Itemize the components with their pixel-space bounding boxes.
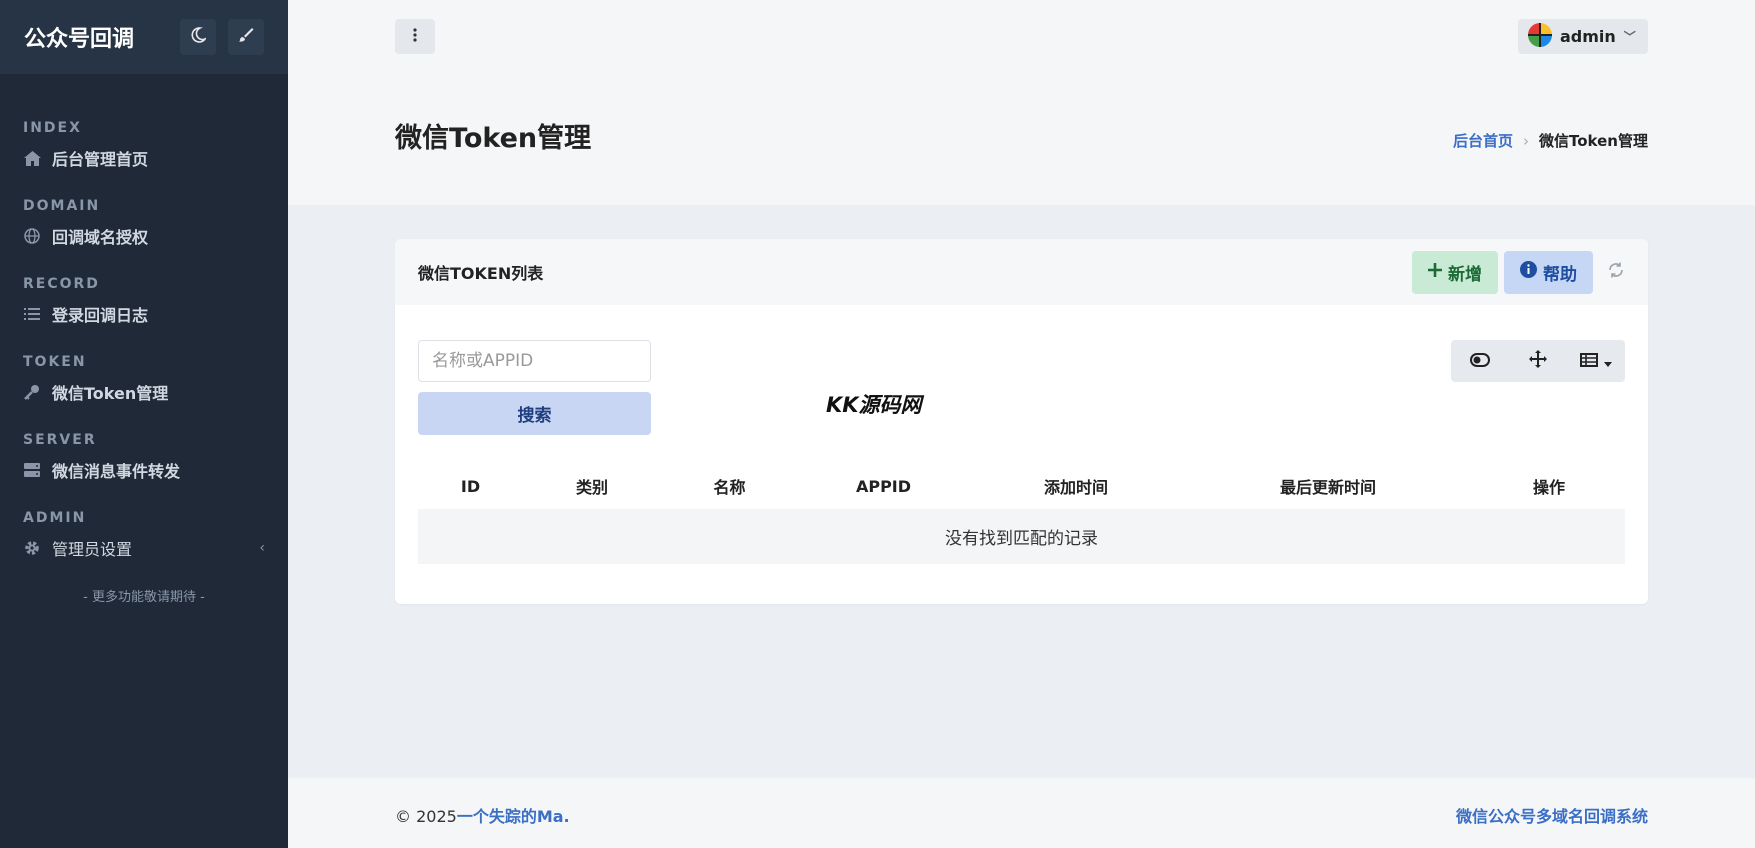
nav-heading-token: TOKEN bbox=[23, 354, 87, 370]
sidebar-item-label: 微信Token管理 bbox=[52, 384, 169, 403]
key-icon bbox=[23, 383, 41, 401]
token-list-card: 微信TOKEN列表 新增 帮助 名称或APPID 搜索 KK源码网 ID 类别 bbox=[395, 239, 1648, 604]
breadcrumb: 后台首页 › 微信Token管理 bbox=[1453, 130, 1648, 151]
toggle-view-button[interactable] bbox=[1451, 352, 1509, 371]
refresh-icon[interactable] bbox=[1607, 261, 1625, 284]
sidebar-item-home[interactable]: 后台管理首页 bbox=[0, 138, 288, 178]
nav-heading-admin: ADMIN bbox=[23, 510, 87, 526]
gear-icon bbox=[23, 539, 41, 557]
column-header[interactable]: 名称 bbox=[661, 474, 798, 498]
column-header[interactable]: 类别 bbox=[523, 474, 661, 498]
plus-icon bbox=[1428, 262, 1442, 282]
table-icon bbox=[1580, 352, 1598, 371]
moon-icon bbox=[190, 27, 208, 47]
card-title: 微信TOKEN列表 bbox=[418, 264, 544, 283]
sidebar-item-label: 微信消息事件转发 bbox=[52, 462, 181, 481]
copyright-text: © 2025 bbox=[395, 807, 457, 826]
info-icon bbox=[1520, 261, 1537, 283]
column-header[interactable]: ID bbox=[418, 477, 523, 496]
table-toolbar bbox=[1451, 340, 1625, 382]
sidebar-item-domain[interactable]: 回调域名授权 bbox=[0, 216, 288, 256]
brand-title: 公众号回调 bbox=[24, 27, 135, 52]
column-header[interactable]: 最后更新时间 bbox=[1183, 474, 1473, 498]
breadcrumb-current: 微信Token管理 bbox=[1539, 132, 1648, 150]
footer-copyright: © 2025一个失踪的Ma. bbox=[395, 803, 570, 827]
sidebar-header: 公众号回调 bbox=[0, 0, 288, 74]
home-icon bbox=[23, 149, 41, 167]
page-title: 微信Token管理 bbox=[395, 123, 592, 154]
table-header: ID 类别 名称 APPID 添加时间 最后更新时间 操作 bbox=[418, 463, 1625, 509]
theme-button[interactable] bbox=[228, 19, 264, 55]
menu-button[interactable] bbox=[395, 19, 435, 54]
add-label: 新增 bbox=[1448, 264, 1482, 285]
column-header[interactable]: APPID bbox=[798, 477, 969, 496]
nav-heading-domain: DOMAIN bbox=[23, 198, 101, 214]
watermark: KK源码网 bbox=[826, 393, 922, 417]
help-button[interactable]: 帮助 bbox=[1504, 250, 1593, 294]
sidebar-item-record[interactable]: 登录回调日志 bbox=[0, 294, 288, 334]
token-table: ID 类别 名称 APPID 添加时间 最后更新时间 操作 没有找到匹配的记录 bbox=[418, 463, 1625, 564]
toggle-icon bbox=[1470, 352, 1490, 371]
dark-mode-toggle[interactable] bbox=[180, 19, 216, 55]
footer: © 2025一个失踪的Ma. 微信公众号多域名回调系统 bbox=[288, 778, 1755, 848]
server-icon bbox=[23, 461, 41, 479]
nav-heading-server: SERVER bbox=[23, 432, 97, 448]
sidebar-nav: INDEX 后台管理首页 DOMAIN 回调域名授权 RECORD 登录回调日志… bbox=[0, 74, 288, 605]
sidebar-item-admin[interactable]: 管理员设置 ‹ bbox=[0, 528, 288, 568]
help-label: 帮助 bbox=[1543, 264, 1577, 285]
sidebar-item-server[interactable]: 微信消息事件转发 bbox=[0, 450, 288, 490]
brush-icon bbox=[238, 27, 254, 47]
sidebar-item-label: 登录回调日志 bbox=[52, 306, 149, 325]
sidebar-item-label: 后台管理首页 bbox=[52, 150, 149, 169]
user-menu[interactable]: admin ﹀ bbox=[1518, 19, 1648, 54]
chevron-right-icon: › bbox=[1523, 131, 1530, 150]
chevron-down-icon: ﹀ bbox=[1623, 30, 1636, 44]
sidebar-item-label: 回调域名授权 bbox=[52, 228, 149, 247]
sidebar: 公众号回调 INDEX 后台管理首页 DOMAIN 回调域名授权 RECORD … bbox=[0, 0, 288, 848]
add-button[interactable]: 新增 bbox=[1412, 250, 1498, 294]
more-vertical-icon bbox=[413, 27, 417, 46]
sidebar-item-token[interactable]: 微信Token管理 bbox=[0, 372, 288, 412]
nav-heading-index: INDEX bbox=[23, 120, 82, 136]
author-link[interactable]: 一个失踪的Ma. bbox=[457, 807, 570, 826]
system-link[interactable]: 微信公众号多域名回调系统 bbox=[1456, 803, 1648, 827]
fullscreen-button[interactable] bbox=[1509, 350, 1567, 372]
breadcrumb-home[interactable]: 后台首页 bbox=[1453, 130, 1513, 151]
search-input[interactable]: 名称或APPID bbox=[418, 340, 651, 382]
list-icon bbox=[23, 305, 41, 323]
user-name: admin bbox=[1560, 27, 1616, 46]
topbar: admin ﹀ bbox=[288, 0, 1755, 74]
columns-button[interactable] bbox=[1567, 352, 1625, 371]
chevron-left-icon: ‹ bbox=[259, 540, 265, 556]
nav-heading-record: RECORD bbox=[23, 276, 100, 292]
page-header: 微信Token管理 后台首页 › 微信Token管理 bbox=[288, 74, 1755, 205]
sidebar-footer-note: - 更多功能敬请期待 - bbox=[83, 590, 205, 605]
avatar bbox=[1528, 22, 1552, 51]
column-header[interactable]: 操作 bbox=[1473, 474, 1625, 498]
globe-icon bbox=[23, 227, 41, 245]
sidebar-item-label: 管理员设置 bbox=[52, 540, 133, 559]
empty-row: 没有找到匹配的记录 bbox=[418, 509, 1625, 564]
card-header: 微信TOKEN列表 新增 帮助 bbox=[395, 239, 1648, 305]
caret-down-icon bbox=[1604, 352, 1612, 371]
column-header[interactable]: 添加时间 bbox=[969, 474, 1183, 498]
move-icon bbox=[1529, 350, 1547, 372]
search-button[interactable]: 搜索 bbox=[418, 392, 651, 435]
